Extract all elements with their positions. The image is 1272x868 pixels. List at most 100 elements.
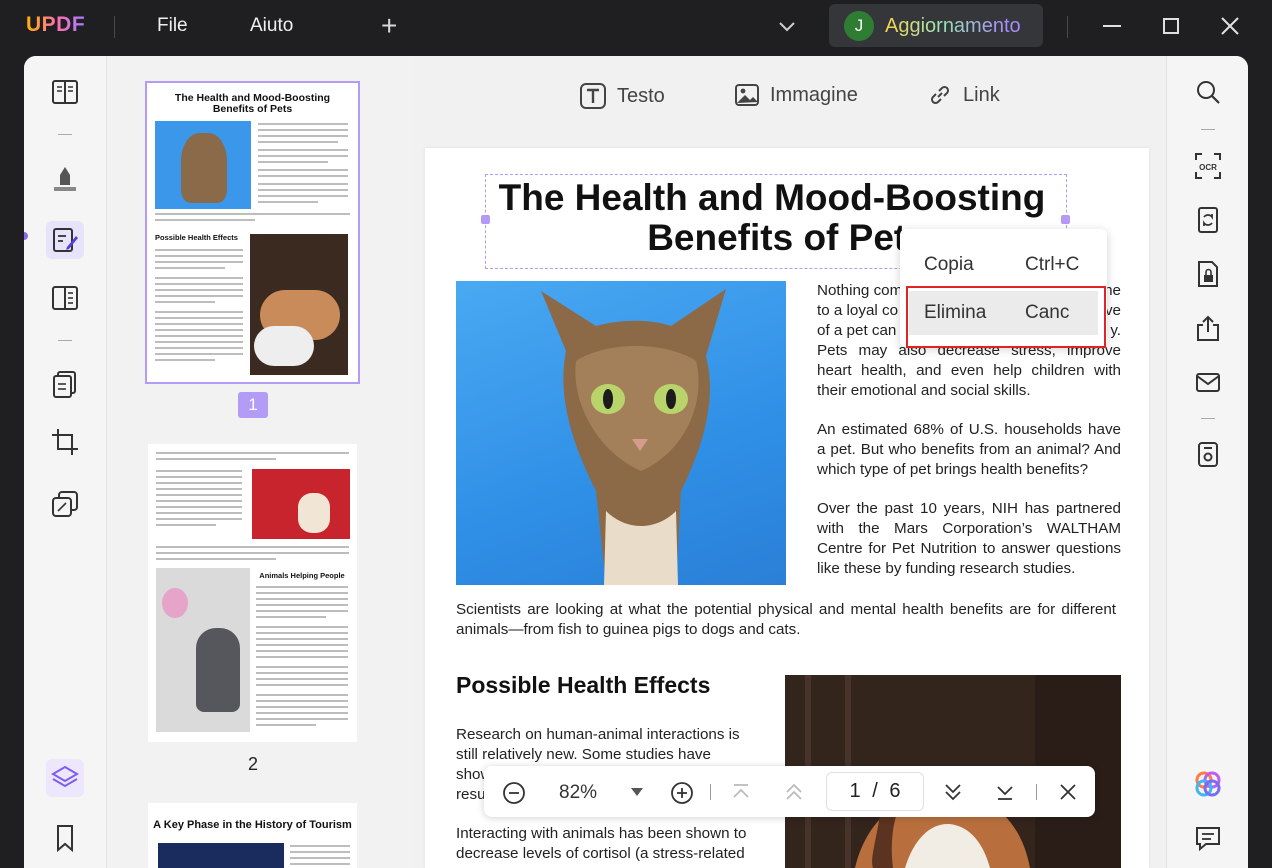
last-page-icon[interactable] [995,782,1015,802]
right-toolbar: OCR [1166,56,1248,868]
p1-line2: to a loyal co [817,302,899,319]
title-bar: UPDF File Aiuto + J Aggiornamento [0,0,1272,56]
page-number-field[interactable]: 1 / 6 [826,772,924,811]
zoom-dropdown-icon[interactable] [630,786,644,798]
p1-line3: of a pet can [817,322,897,339]
page-separator: / [872,780,878,802]
search-button[interactable] [1189,73,1227,111]
highlight-box [906,286,1106,348]
intro-paragraph-rest[interactable]: Pets may also decrease stress, improve h… [817,341,1121,401]
save-button[interactable] [1189,435,1227,473]
svg-text:OCR: OCR [1199,163,1217,172]
page-number-badge-1: 1 [238,392,268,418]
add-link-label: Link [963,83,1000,106]
page-thumbnail-3[interactable]: A Key Phase in the History of Tourism [148,803,357,868]
page-thumbnail-1[interactable]: The Health and Mood-Boosting Benefits of… [145,81,360,384]
add-text-label: Testo [617,84,665,107]
scientists-paragraph[interactable]: Scientists are looking at what the poten… [456,600,1116,640]
upgrade-button[interactable]: J Aggiornamento [829,4,1043,47]
edit-pdf-button[interactable] [46,221,84,259]
close-icon[interactable] [1058,782,1078,802]
crop-icon [52,429,78,455]
zoom-value[interactable]: 82% [559,782,597,804]
reader-mode-button[interactable] [46,73,84,111]
convert-icon [1198,207,1218,233]
minimize-icon[interactable] [1097,10,1129,42]
edit-document-icon [53,228,78,252]
comment-tool-button[interactable] [46,159,84,197]
lock-document-icon [1198,261,1218,287]
bookmark-button[interactable] [46,819,84,857]
p1-line3-end: y. [1110,322,1121,339]
p5-line2: still relatively new. Some studies have [456,746,711,763]
add-image-button[interactable]: Immagine [734,82,858,108]
layers-copy-icon [52,491,78,517]
ocr-button[interactable]: OCR [1189,147,1227,185]
copy-shortcut: Ctrl+C [1025,254,1080,275]
zoom-separator [710,784,711,800]
updf-logo: UPDF [26,13,86,36]
cat-image[interactable] [456,281,786,585]
menu-file[interactable]: File [157,15,188,37]
copy-label: Copia [924,254,974,275]
p5-line1: Research on human-animal interactions is [456,726,740,743]
email-button[interactable] [1189,363,1227,401]
thumbnail-heading: Animals Helping People [259,571,345,580]
document-area: Testo Immagine Link The Health and Mood-… [416,56,1166,868]
pages-icon [53,371,76,398]
menu-help[interactable]: Aiuto [250,15,293,37]
form-tool-button[interactable] [46,279,84,317]
title-separator [114,16,115,38]
thumbnail-dog-image [250,234,348,375]
layers-button[interactable] [46,759,84,797]
zoom-out-icon[interactable] [502,781,526,805]
section-heading[interactable]: Possible Health Effects [456,672,710,699]
left-toolbar [24,56,107,868]
protect-button[interactable] [1189,255,1227,293]
layers-icon [51,765,79,788]
title-separator [1067,16,1068,38]
thumbnail-holiday-image [252,469,350,539]
first-page-icon[interactable] [731,782,751,802]
cat-photo [541,289,726,585]
selection-handle[interactable] [1061,215,1070,224]
chevron-down-icon[interactable] [776,15,798,37]
current-page: 1 [849,780,861,802]
previous-page-icon[interactable] [784,782,804,802]
watermark-tool-button[interactable] [46,485,84,523]
book-icon [52,80,78,104]
upgrade-label: Aggiornamento [885,15,1021,37]
toolbar-separator [58,340,72,341]
ocr-icon: OCR [1195,153,1221,179]
crop-tool-button[interactable] [46,423,84,461]
thumbnail-title: The Health and Mood-Boosting Benefits of… [174,92,331,115]
organize-pages-button[interactable] [46,365,84,403]
add-text-button[interactable]: Testo [579,82,665,110]
new-tab-plus-icon[interactable]: + [381,12,397,40]
next-page-icon[interactable] [943,782,963,802]
total-pages: 6 [889,780,901,802]
households-paragraph[interactable]: An estimated 68% of U.S. households have… [817,420,1121,480]
form-icon [52,286,78,310]
toolbar-separator [1201,418,1215,419]
maximize-icon[interactable] [1155,10,1187,42]
close-window-icon[interactable] [1214,10,1246,42]
share-icon [1197,315,1219,341]
thumbnail-cat-image [155,121,251,209]
interacting-paragraph[interactable]: Interacting with animals has been shown … [456,824,747,864]
add-image-label: Immagine [770,83,858,106]
add-link-button[interactable]: Link [927,82,1000,108]
comment-icon [1196,827,1220,852]
ai-assistant-button[interactable] [1189,765,1227,803]
p1-line2-end: ve [1104,302,1121,319]
nih-paragraph[interactable]: Over the past 10 years, NIH has partnere… [817,499,1121,579]
comments-button[interactable] [1189,819,1227,857]
image-icon [735,84,759,106]
share-button[interactable] [1189,309,1227,347]
search-icon [1197,81,1220,104]
zoom-in-icon[interactable] [670,781,694,805]
page-thumbnail-2[interactable]: Animals Helping People [148,444,357,742]
convert-button[interactable] [1189,201,1227,239]
thumbnail-heading: Possible Health Effects [155,233,238,242]
menu-item-copy[interactable]: Copia Ctrl+C [900,243,1107,287]
